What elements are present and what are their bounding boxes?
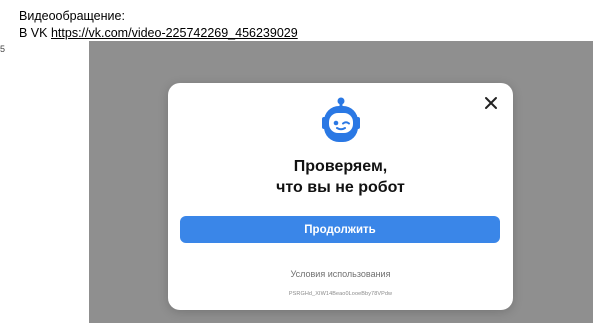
vk-prefix: В VK: [19, 26, 48, 40]
captcha-title-line2: что вы не робот: [276, 179, 405, 196]
document-text: Видеообращение: В VK https://vk.com/vide…: [19, 8, 298, 42]
vk-link-line: В VK https://vk.com/video-225742269_4562…: [19, 25, 298, 42]
vk-video-link[interactable]: https://vk.com/video-225742269_456239029: [51, 26, 298, 40]
captcha-token: PSRGHd_XIW14Beao0LooeBby78VPdw: [288, 291, 393, 297]
captcha-title: Проверяем, что вы не робот: [168, 156, 513, 198]
close-icon[interactable]: [483, 95, 499, 111]
terms-link[interactable]: Условия использования: [168, 269, 513, 279]
continue-button[interactable]: Продолжить: [180, 216, 500, 243]
captcha-modal: Проверяем, что вы не робот Продолжить Ус…: [168, 83, 513, 310]
video-appeal-label: Видеообращение:: [19, 9, 125, 23]
captcha-title-line1: Проверяем,: [293, 158, 388, 175]
stray-mark: 5: [0, 44, 6, 54]
robot-winking-icon: [316, 97, 366, 147]
